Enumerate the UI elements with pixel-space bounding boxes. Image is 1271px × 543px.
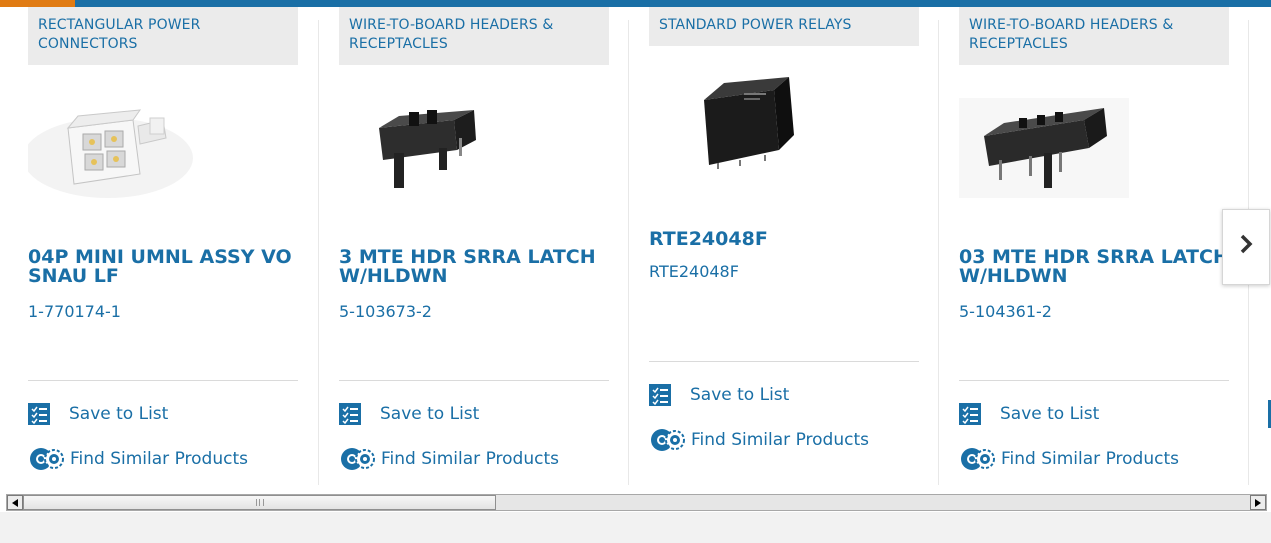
gears-icon [649, 427, 687, 453]
part-number-link[interactable]: 1-770174-1 [28, 302, 121, 321]
divider [339, 380, 609, 381]
category-badge[interactable]: STANDARD POWER RELAYS [649, 7, 919, 46]
product-card: WIRE-TO-BOARD HEADERS & RECEPTACLES 03 M… [931, 0, 1241, 487]
carousel-next-button[interactable] [1222, 209, 1270, 285]
product-title-link[interactable]: 03 MTE HDR SRRA LATCH W/HLDWN [959, 248, 1229, 286]
gears-icon [339, 446, 377, 472]
product-image[interactable] [339, 98, 509, 198]
save-to-list-button[interactable]: Save to List [649, 384, 789, 406]
part-number-link[interactable]: RTE24048F [649, 262, 739, 281]
scroll-left-button[interactable] [7, 495, 23, 510]
product-title-link[interactable]: RTE24048F [649, 230, 919, 249]
find-similar-button[interactable]: Find Similar Products [28, 446, 248, 472]
checklist-icon [959, 403, 981, 425]
gears-icon [28, 446, 66, 472]
checklist-icon [339, 403, 361, 425]
find-similar-button[interactable]: Find Similar Products [649, 427, 869, 453]
product-title-link[interactable]: 04P MINI UMNL ASSY VO SNAU LF [28, 248, 298, 286]
product-image[interactable] [649, 75, 819, 175]
category-badge[interactable]: WIRE-TO-BOARD HEADERS & RECEPTACLES [959, 7, 1229, 65]
product-image[interactable] [959, 98, 1129, 198]
find-similar-label: Find Similar Products [381, 449, 559, 469]
find-similar-button[interactable]: Find Similar Products [959, 446, 1179, 472]
save-to-list-label: Save to List [690, 385, 790, 405]
save-to-list-label: Save to List [380, 404, 480, 424]
divider [28, 380, 298, 381]
product-card: WIRE-TO-BOARD HEADERS & RECEPTACLES 3 MT… [311, 0, 621, 487]
grip-icon [255, 499, 264, 506]
find-similar-label: Find Similar Products [70, 449, 248, 469]
scroll-right-button[interactable] [1250, 495, 1266, 510]
save-to-list-button[interactable]: Save to List [959, 403, 1099, 425]
find-similar-button[interactable]: Find Similar Products [339, 446, 559, 472]
divider [649, 361, 919, 362]
save-to-list-button[interactable]: Save to List [28, 403, 168, 425]
chevron-right-icon [1238, 233, 1254, 261]
gears-icon [959, 446, 997, 472]
scrollbar-thumb[interactable] [23, 495, 496, 510]
save-to-list-label: Save to List [69, 404, 169, 424]
checklist-icon [649, 384, 671, 406]
checklist-icon [28, 403, 50, 425]
find-similar-label: Find Similar Products [1001, 449, 1179, 469]
product-title-link[interactable]: 3 MTE HDR SRRA LATCH W/HLDWN [339, 248, 609, 286]
divider [959, 380, 1229, 381]
part-number-link[interactable]: 5-104361-2 [959, 302, 1052, 321]
horizontal-scrollbar[interactable] [6, 494, 1267, 511]
page-footer-area [0, 512, 1271, 543]
product-card: RECTANGULAR POWER CONNECTORS 04P MINI UM… [0, 0, 310, 487]
find-similar-label: Find Similar Products [691, 430, 869, 450]
category-badge[interactable]: WIRE-TO-BOARD HEADERS & RECEPTACLES [339, 7, 609, 65]
save-to-list-label: Save to List [1000, 404, 1100, 424]
product-carousel: RECTANGULAR POWER CONNECTORS 04P MINI UM… [0, 0, 1271, 487]
save-to-list-button[interactable]: Save to List [339, 403, 479, 425]
product-card: STANDARD POWER RELAYS RTE24048F RTE24048… [621, 0, 931, 487]
category-badge[interactable]: RECTANGULAR POWER CONNECTORS [28, 7, 298, 65]
part-number-link[interactable]: 5-103673-2 [339, 302, 432, 321]
product-image[interactable] [23, 98, 198, 198]
